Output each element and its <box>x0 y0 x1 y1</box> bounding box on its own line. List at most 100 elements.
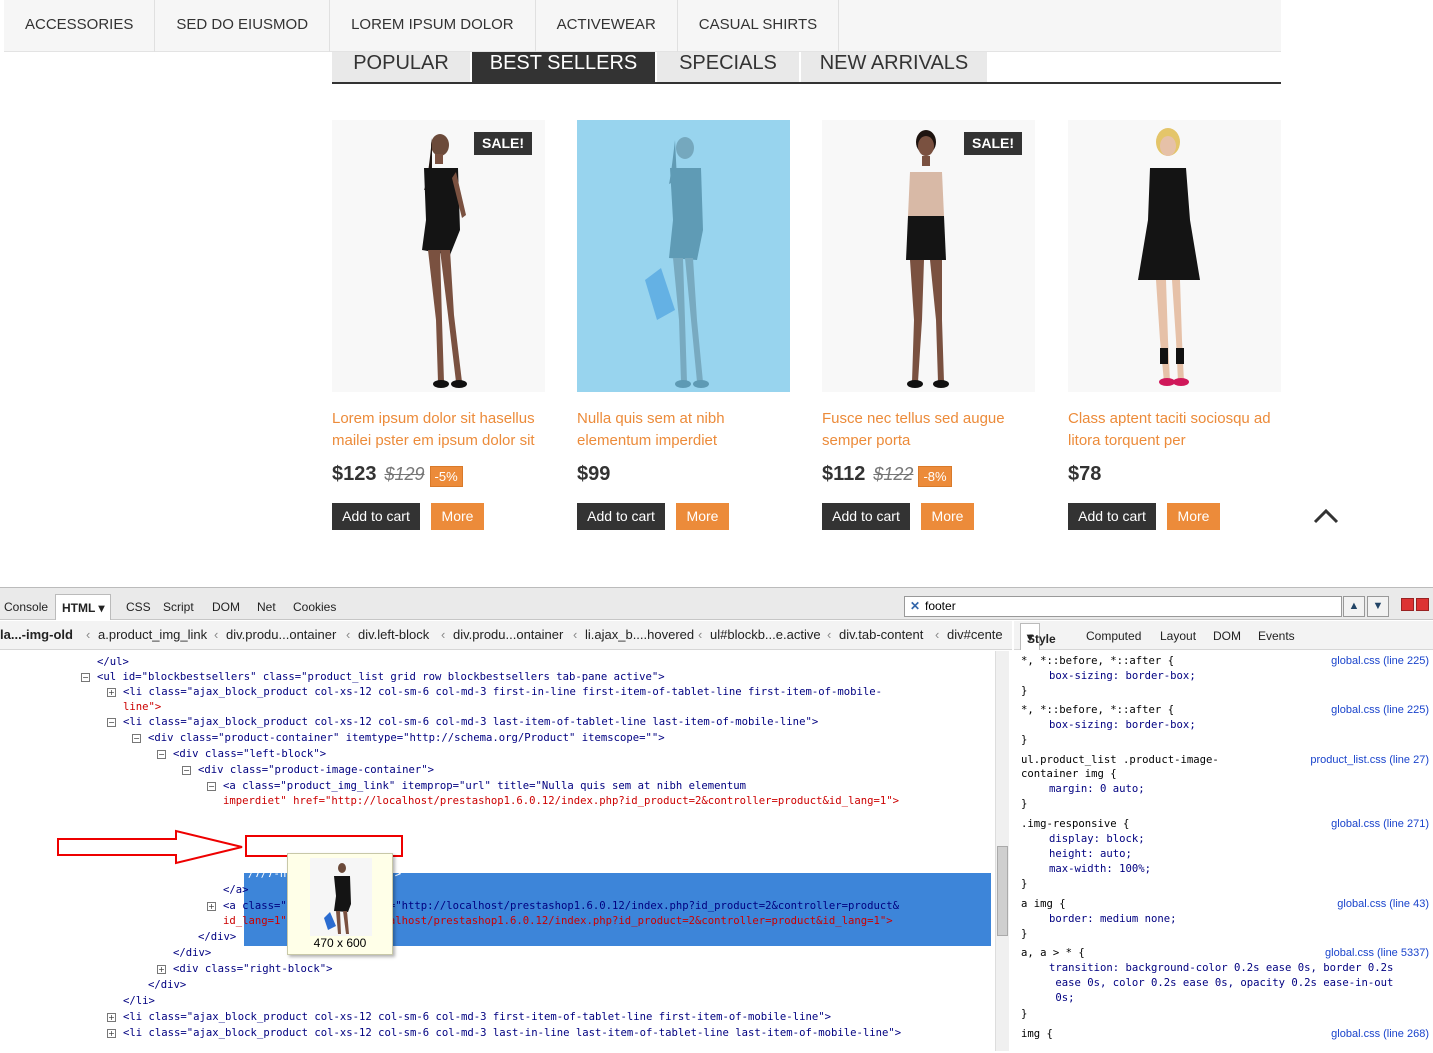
css-source-link[interactable]: global.css (line 225) <box>1331 655 1429 667</box>
code-line[interactable]: line"> <box>123 700 161 715</box>
search-previous-button[interactable]: ▲ <box>1343 596 1365 617</box>
css-selector[interactable]: *, *::before, *::after { <box>1021 704 1174 716</box>
expand-toggle-icon[interactable]: + <box>207 902 216 911</box>
scrollbar-thumb[interactable] <box>997 846 1008 936</box>
code-line[interactable]: <div class="product-image-container"> <box>198 763 434 778</box>
tab-computed[interactable]: Computed <box>1086 621 1141 651</box>
code-line[interactable]: <div class="right-block"> <box>173 962 332 977</box>
tab-script[interactable]: Script <box>163 594 194 620</box>
more-button[interactable]: More <box>431 503 484 530</box>
code-line[interactable]: <ul id="blockbestsellers" class="product… <box>97 670 665 685</box>
tab-html[interactable]: HTML ▾ <box>55 594 112 620</box>
minimize-icon[interactable] <box>1401 598 1414 611</box>
expand-toggle-icon[interactable]: + <box>107 1013 116 1022</box>
css-source-link[interactable]: global.css (line 225) <box>1331 704 1429 716</box>
selected-code-line[interactable]: <img class="replace-2x img-responsive ro… <box>248 811 548 826</box>
tab-console[interactable]: Console <box>4 594 48 620</box>
menu-item-casual-shirts[interactable]: CASUAL SHIRTS <box>678 0 840 52</box>
menu-item-activewear[interactable]: ACTIVEWEAR <box>536 0 678 52</box>
breadcrumb-item[interactable]: div.produ...ontainer <box>453 621 563 649</box>
tab-new-arrivals[interactable]: NEW ARRIVALS <box>801 52 987 82</box>
breadcrumb-item[interactable]: ul#blockb...e.active <box>710 621 821 649</box>
expand-toggle-icon[interactable]: + <box>107 1029 116 1038</box>
expand-toggle-icon[interactable]: + <box>107 688 116 697</box>
code-line[interactable]: <li class="ajax_block_product col-xs-12 … <box>123 1026 901 1041</box>
css-property[interactable]: display: block; <box>1049 833 1145 845</box>
css-property[interactable]: box-sizing: border-box; <box>1049 719 1196 731</box>
html-panel-scrollbar[interactable] <box>995 651 1009 1051</box>
css-selector[interactable]: *, *::before, *::after { <box>1021 655 1174 667</box>
css-selector[interactable]: img { <box>1021 1028 1053 1040</box>
breadcrumb-item[interactable]: a.product_img_link <box>98 621 207 649</box>
breadcrumb-item[interactable]: li.ajax_b....hovered <box>585 621 694 649</box>
breadcrumb-item[interactable]: div.produ...ontainer <box>226 621 336 649</box>
breadcrumb-item[interactable]: div#cente <box>947 621 1003 649</box>
product-name[interactable]: Lorem ipsum dolor sit hasellus mailei ps… <box>332 408 545 452</box>
tab-specials[interactable]: SPECIALS <box>657 52 799 82</box>
add-to-cart-button[interactable]: Add to cart <box>822 503 910 530</box>
css-property[interactable]: border: medium none; <box>1049 913 1177 925</box>
css-property[interactable]: height: auto; <box>1049 848 1132 860</box>
tab-layout[interactable]: Layout <box>1160 621 1196 651</box>
product-image[interactable] <box>1068 120 1281 392</box>
product-name[interactable]: Fusce nec tellus sed augue semper porta <box>822 408 1035 452</box>
breadcrumb-item[interactable]: la...-img-old <box>0 621 73 649</box>
product-image[interactable]: SALE! <box>332 120 545 392</box>
tab-cookies[interactable]: Cookies <box>293 594 336 620</box>
css-source-link[interactable]: global.css (line 268) <box>1331 1028 1429 1040</box>
tab-events[interactable]: Events <box>1258 621 1295 651</box>
menu-item-lorem-ipsum-dolor[interactable]: LOREM IPSUM DOLOR <box>330 0 536 52</box>
code-line[interactable]: <div class="product-container" itemtype=… <box>148 731 665 746</box>
collapse-toggle-icon[interactable]: − <box>182 766 191 775</box>
css-source-link[interactable]: global.css (line 271) <box>1331 818 1429 830</box>
search-input[interactable]: ✕ footer <box>904 596 1342 617</box>
tab-dom[interactable]: DOM <box>212 594 240 620</box>
css-source-link[interactable]: global.css (line 43) <box>1337 898 1429 910</box>
css-property[interactable]: margin: 0 auto; <box>1049 783 1145 795</box>
collapse-toggle-icon[interactable]: − <box>107 718 116 727</box>
product-image[interactable]: SALE! <box>822 120 1035 392</box>
css-property[interactable]: box-sizing: border-box; <box>1049 670 1196 682</box>
menu-item-accessories[interactable]: ACCESSORIES <box>4 0 156 52</box>
more-button[interactable]: More <box>676 503 729 530</box>
more-button[interactable]: More <box>921 503 974 530</box>
code-line[interactable]: </div> <box>198 930 236 945</box>
clear-search-icon[interactable]: ✕ <box>910 597 920 616</box>
css-selector[interactable]: .img-responsive { <box>1021 818 1129 830</box>
code-line[interactable]: imperdiet" href="http://localhost/presta… <box>223 794 899 809</box>
tab-best-sellers[interactable]: BEST SELLERS <box>472 52 655 82</box>
css-selector[interactable]: container img { <box>1021 768 1117 780</box>
css-property[interactable]: transition: background-color 0.2s ease 0… <box>1049 962 1393 974</box>
scroll-to-top-icon[interactable] <box>1312 506 1340 531</box>
collapse-toggle-icon[interactable]: − <box>132 734 141 743</box>
css-selector[interactable]: a img { <box>1021 898 1066 910</box>
code-line[interactable]: <a class="product_img_link" itemprop="ur… <box>223 779 746 794</box>
code-line[interactable]: <li class="ajax_block_product col-xs-12 … <box>123 1010 831 1025</box>
menu-item-sed-do-eiusmod[interactable]: SED DO EIUSMOD <box>155 0 331 52</box>
tab-popular[interactable]: POPULAR <box>332 52 470 82</box>
css-property[interactable]: max-width: 100%; <box>1049 863 1151 875</box>
code-line[interactable]: <div class="left-block"> <box>173 747 326 762</box>
breadcrumb-item[interactable]: div.left-block <box>358 621 429 649</box>
tab-net[interactable]: Net <box>257 594 276 620</box>
code-line[interactable]: <li class="ajax_block_product col-xs-12 … <box>123 685 882 700</box>
css-property[interactable]: 0s; <box>1049 992 1074 1004</box>
tab-css[interactable]: CSS <box>126 594 151 620</box>
expand-toggle-icon[interactable]: + <box>157 965 166 974</box>
code-line[interactable]: </ul> <box>97 655 129 670</box>
product-name[interactable]: Class aptent taciti sociosqu ad litora t… <box>1068 408 1281 452</box>
add-to-cart-button[interactable]: Add to cart <box>332 503 420 530</box>
code-line[interactable]: </div> <box>148 978 186 993</box>
product-image[interactable] <box>577 120 790 392</box>
css-source-link[interactable]: product_list.css (line 27) <box>1310 754 1429 766</box>
add-to-cart-button[interactable]: Add to cart <box>577 503 665 530</box>
css-source-link[interactable]: global.css (line 5337) <box>1325 947 1429 959</box>
more-button[interactable]: More <box>1167 503 1220 530</box>
collapse-toggle-icon[interactable]: − <box>207 782 216 791</box>
search-next-button[interactable]: ▼ <box>1367 596 1389 617</box>
product-name[interactable]: Nulla quis sem at nibh elementum imperdi… <box>577 408 790 452</box>
detach-icon[interactable] <box>1416 598 1429 611</box>
collapse-toggle-icon[interactable]: − <box>81 673 90 682</box>
css-selector[interactable]: a, a > * { <box>1021 947 1085 959</box>
code-line[interactable]: </a> <box>223 883 249 898</box>
